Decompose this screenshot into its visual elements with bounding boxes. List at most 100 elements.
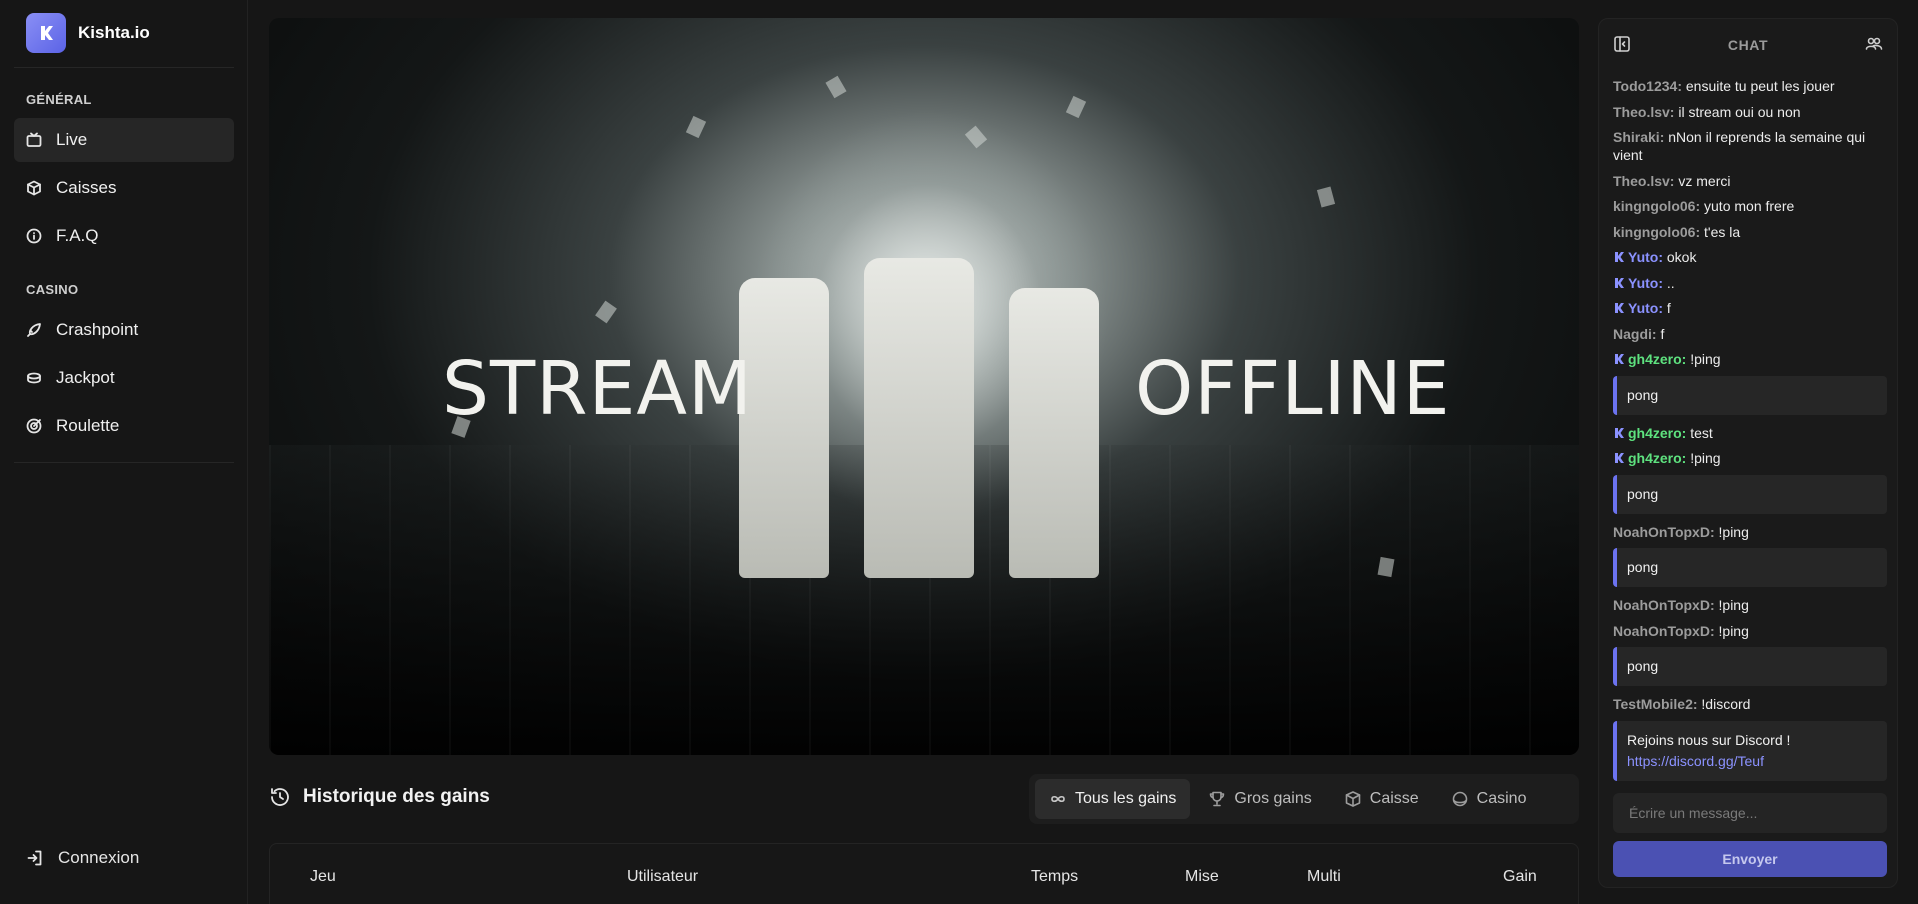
rocket-icon [27, 323, 41, 337]
stream-offline-word-right: OFFLINE [1135, 346, 1451, 432]
login-icon [27, 850, 42, 866]
chat-message-text: f [1666, 300, 1671, 316]
chat-message-text: !ping [1718, 597, 1749, 613]
chat-message-list: Todo1234: ensuite tu peut les jouer Theo.… [1613, 77, 1887, 790]
chat-message: NoahOnTopxD: !ping [1613, 523, 1887, 541]
sidebar-item-faq[interactable]: F.A.Q [14, 214, 234, 258]
chat-message: Yuto: .. [1613, 274, 1887, 292]
chat-username[interactable]: NoahOnTopxD: [1613, 623, 1715, 639]
target-icon [26, 418, 42, 434]
chat-message: Todo1234: ensuite tu peut les jouer [1613, 77, 1887, 95]
sidebar: Kishta.io GÉNÉRAL Live Caisses F.A.Q CAS… [0, 0, 248, 904]
chat-username[interactable]: NoahOnTopxD: [1613, 524, 1715, 540]
chat-username[interactable]: Yuto: [1628, 275, 1663, 291]
tv-icon [26, 132, 42, 147]
bot-reply: pong [1613, 474, 1887, 514]
column-header-time[interactable]: Temps [1031, 868, 1078, 886]
sidebar-item-jackpot[interactable]: Jackpot [14, 356, 234, 400]
kishta-badge-icon [1615, 354, 1624, 364]
brand-name: Kishta.io [78, 23, 150, 42]
chat-message-text: test [1690, 424, 1713, 441]
chat-username[interactable]: gh4zero: [1628, 351, 1686, 367]
chat-message-text: ensuite tu peut les jouer [1685, 78, 1835, 94]
chat-message-input[interactable] [1613, 793, 1887, 833]
chat-message: kingngolo06: t'es la [1613, 223, 1887, 241]
gains-history-label: Historique des gains [303, 786, 490, 807]
stream-player[interactable]: STREAM OFFLINE [269, 18, 1579, 755]
tab-big-gains[interactable]: Gros gains [1194, 779, 1325, 819]
sidebar-item-live[interactable]: Live [14, 118, 234, 162]
chat-username[interactable]: Todo1234: [1613, 78, 1682, 94]
chat-message-text: !ping [1718, 523, 1749, 540]
chat-username[interactable]: Nagdi: [1613, 326, 1657, 342]
chat-message: Yuto: okok [1613, 248, 1887, 266]
sidebar-item-label: Live [56, 130, 88, 149]
chat-message-text: f [1660, 325, 1665, 342]
divider [14, 462, 234, 463]
brand-logo-icon [26, 13, 66, 53]
send-button[interactable]: Envoyer [1613, 841, 1887, 877]
column-header-multiplier[interactable]: Multi [1307, 868, 1341, 886]
chat-message: Nagdi: f [1613, 325, 1887, 343]
chat-username[interactable]: Yuto: [1628, 300, 1663, 316]
history-icon [271, 788, 289, 806]
sidebar-item-label: Caisses [56, 178, 117, 197]
sidebar-item-label: F.A.Q [56, 226, 99, 245]
chat-message-text: yuto mon frere [1704, 198, 1795, 214]
chat-header: CHAT [1599, 19, 1897, 69]
tab-all-gains[interactable]: Tous les gains [1035, 779, 1191, 819]
tab-casino[interactable]: Casino [1437, 779, 1541, 819]
chat-message: kingngolo06: yuto mon frere [1613, 197, 1887, 215]
tab-label: Caisse [1369, 790, 1419, 807]
discord-link[interactable]: https://discord.gg/Teuf [1627, 753, 1764, 769]
chat-username[interactable]: Theo.lsv: [1613, 104, 1674, 120]
login-button[interactable]: Connexion [26, 848, 139, 868]
bot-reply: pong [1613, 647, 1887, 686]
chat-message: gh4zero: !ping [1613, 350, 1887, 368]
card-shard [595, 300, 617, 324]
chat-username[interactable]: gh4zero: [1628, 425, 1686, 441]
chat-message-text: !discord [1701, 696, 1751, 712]
chat-message-text: .. [1666, 274, 1675, 291]
chat-username[interactable]: TestMobile2: [1613, 696, 1698, 712]
brand[interactable]: Kishta.io [26, 13, 150, 53]
kishta-badge-icon [1615, 453, 1624, 463]
chat-message-text: t'es la [1704, 223, 1741, 240]
sidebar-item-roulette[interactable]: Roulette [14, 404, 234, 448]
chat-username[interactable]: kingngolo06: [1613, 224, 1700, 240]
section-label-general: GÉNÉRAL [26, 92, 92, 107]
login-label: Connexion [58, 848, 140, 867]
kishta-badge-icon [1615, 303, 1624, 313]
tab-caisse[interactable]: Caisse [1330, 779, 1433, 819]
chat-username[interactable]: Shiraki: [1613, 129, 1664, 145]
kishta-badge-icon [1615, 252, 1624, 262]
stream-offline-word-left: STREAM [442, 346, 753, 432]
column-header-game[interactable]: Jeu [310, 868, 336, 886]
chat-message: Shiraki: nNon il reprends la semaine qui… [1613, 128, 1887, 164]
chat-username[interactable]: NoahOnTopxD: [1613, 597, 1715, 613]
chat-message: NoahOnTopxD: !ping [1613, 622, 1887, 640]
column-header-user[interactable]: Utilisateur [627, 868, 698, 886]
chat-username[interactable]: Yuto: [1628, 249, 1663, 265]
column-header-bet[interactable]: Mise [1185, 868, 1219, 886]
chat-username[interactable]: Theo.lsv: [1613, 173, 1674, 189]
users-icon[interactable] [1865, 35, 1883, 53]
tab-label: Gros gains [1234, 790, 1312, 807]
chat-message-text: il stream oui ou non [1678, 103, 1801, 120]
sidebar-item-caisses[interactable]: Caisses [14, 166, 234, 210]
gains-history-title: Historique des gains [269, 786, 490, 808]
sidebar-item-label: Crashpoint [56, 320, 139, 339]
gains-filter-tabs: Tous les gains Gros gains Caisse Casino [1029, 774, 1579, 824]
column-header-gain[interactable]: Gain [1503, 868, 1537, 886]
figure-center [864, 258, 974, 578]
box-icon [1345, 791, 1361, 807]
chat-username[interactable]: gh4zero: [1628, 450, 1686, 466]
tab-label: Casino [1476, 790, 1527, 807]
sidebar-item-crashpoint[interactable]: Crashpoint [14, 308, 234, 352]
chat-message-text: !ping [1718, 622, 1749, 639]
chat-message: gh4zero: !ping [1613, 449, 1887, 467]
section-label-casino: CASINO [26, 282, 79, 297]
chat-message: Theo.lsv: il stream oui ou non [1613, 103, 1887, 121]
chat-username[interactable]: kingngolo06: [1613, 198, 1700, 214]
bot-reply: Rejoins nous sur Discord ! https://discor… [1613, 720, 1887, 781]
